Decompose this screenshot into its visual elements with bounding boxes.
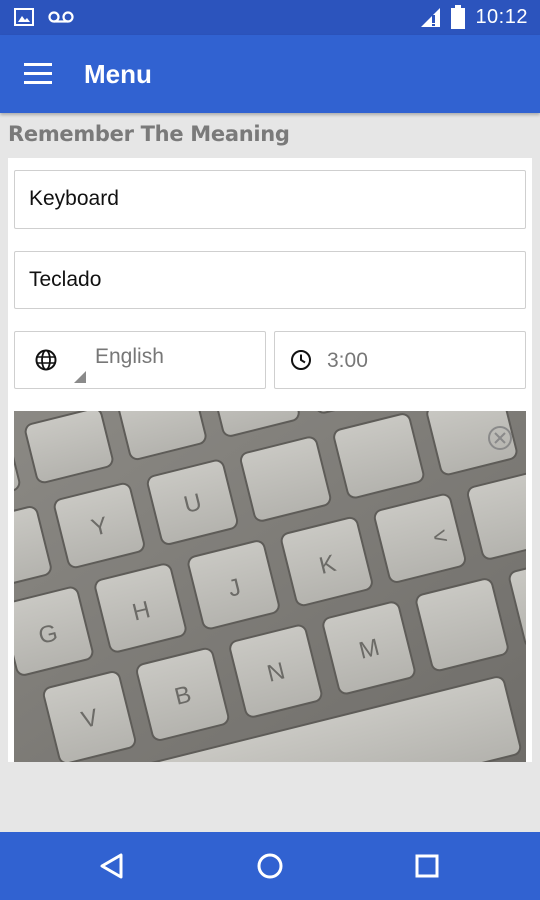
language-selector[interactable]: English xyxy=(14,331,266,389)
signal-icon xyxy=(421,8,441,27)
language-label: English xyxy=(95,345,164,368)
time-limit-field[interactable]: 3:00 xyxy=(274,331,526,389)
time-limit-value: 3:00 xyxy=(327,349,368,372)
status-bar: 10:12 xyxy=(0,0,540,35)
keyboard-photo: T Y U G H J K V B N M < ⌘ xyxy=(14,411,526,762)
dropdown-caret-icon xyxy=(74,371,86,383)
image-icon xyxy=(14,8,34,26)
hamburger-icon[interactable] xyxy=(24,63,54,85)
word-field[interactable]: Keyboard xyxy=(14,170,526,229)
section-title: Remember The Meaning xyxy=(8,122,290,146)
word-value: Keyboard xyxy=(29,187,119,210)
clock-icon xyxy=(291,350,311,370)
home-icon[interactable] xyxy=(250,848,290,884)
battery-icon xyxy=(451,5,466,29)
translation-field[interactable]: Teclado xyxy=(14,251,526,309)
app-title: Menu xyxy=(84,59,152,89)
voicemail-icon xyxy=(48,11,74,23)
globe-icon xyxy=(35,349,57,371)
status-time: 10:12 xyxy=(475,5,528,28)
recents-icon[interactable] xyxy=(407,848,447,884)
translation-value: Teclado xyxy=(29,268,102,291)
navigation-bar xyxy=(0,832,540,900)
back-icon[interactable] xyxy=(93,848,133,884)
app-bar: Menu xyxy=(0,35,540,113)
